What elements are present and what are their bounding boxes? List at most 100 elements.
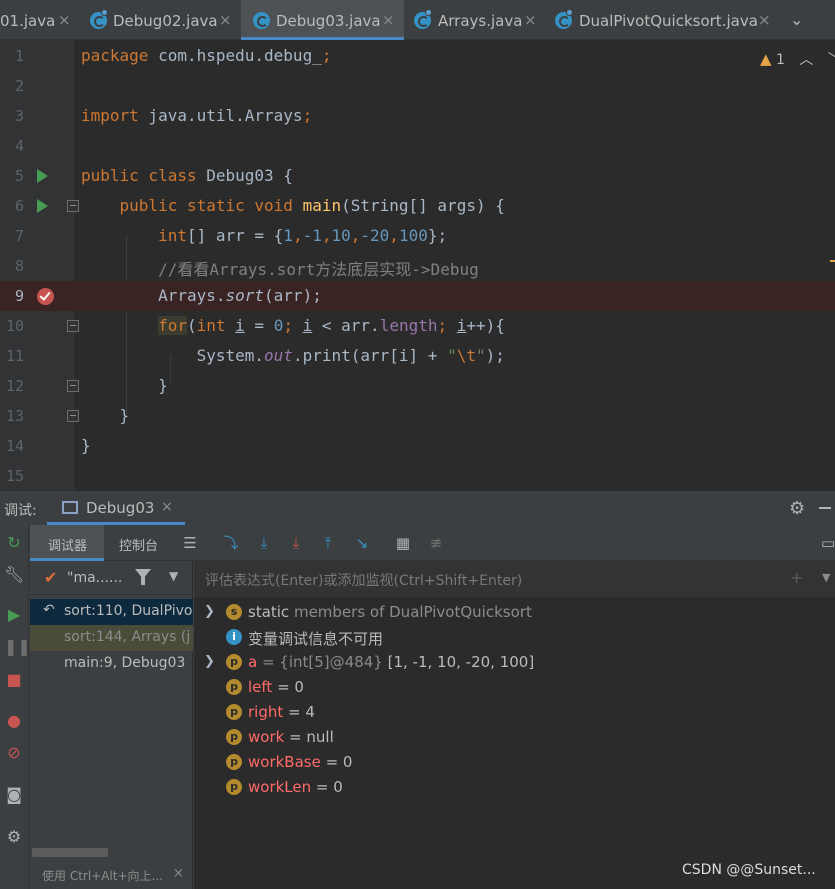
force-step-into-icon[interactable]: ⤓ bbox=[286, 533, 306, 553]
frame-item[interactable]: main:9, Debug03 bbox=[30, 651, 193, 677]
close-icon[interactable]: × bbox=[161, 499, 173, 515]
variable-row[interactable]: p right = 4 bbox=[194, 700, 835, 725]
trace-icon[interactable]: ≢ bbox=[426, 533, 446, 553]
frame-item[interactable]: ↶ sort:110, DualPivo bbox=[30, 599, 193, 625]
code-token: 100 bbox=[398, 226, 428, 245]
chevron-down-icon: ⌄ bbox=[790, 10, 804, 29]
code-line-15: 15 bbox=[0, 461, 835, 490]
close-icon[interactable]: × bbox=[758, 11, 771, 29]
tab-debug02-java[interactable]: Debug02.java × bbox=[78, 0, 241, 40]
variable-row[interactable]: ❯ p a = {int[5]@484} [1, -1, 10, -20, 10… bbox=[194, 650, 835, 675]
evaluate-expression-field[interactable]: 评估表达式(Enter)或添加监视(Ctrl+Shift+Enter) + ▼ bbox=[194, 561, 835, 597]
variable-row[interactable]: p left = 0 bbox=[194, 675, 835, 700]
code-editor[interactable]: 1 package com.hspedu.debug_; 2 3 import … bbox=[0, 40, 835, 490]
return-icon: ↶ bbox=[43, 602, 55, 618]
mute-breakpoints-icon[interactable]: ⊘ bbox=[4, 743, 24, 763]
layout-menu-icon[interactable]: ☰ bbox=[180, 533, 200, 553]
run-icon[interactable] bbox=[37, 199, 48, 213]
filter-icon[interactable] bbox=[135, 569, 151, 585]
variable-row[interactable]: i 变量调试信息不可用 bbox=[194, 625, 835, 650]
tab-console[interactable]: 控制台 bbox=[104, 525, 174, 561]
tab-overflow-button[interactable]: ⌄ bbox=[778, 0, 818, 40]
fold-icon[interactable] bbox=[67, 320, 79, 332]
code-token: -1 bbox=[302, 226, 322, 245]
gear-icon[interactable]: ⚙ bbox=[789, 498, 805, 519]
debug-session-tab[interactable]: Debug03 × bbox=[47, 491, 185, 525]
code-token: .print(arr[i] + bbox=[292, 346, 448, 365]
tab-dualpivotquicksort-java[interactable]: DualPivotQuicksort.java × bbox=[544, 0, 778, 40]
line-number: 10 bbox=[5, 317, 24, 335]
chevron-down-icon[interactable]: ▼ bbox=[169, 569, 178, 583]
rerun-icon[interactable]: ↻ bbox=[4, 533, 24, 553]
expand-icon[interactable]: ❯ bbox=[204, 604, 215, 619]
show-execution-point-icon[interactable]: ⤵ bbox=[221, 533, 241, 553]
stop-icon[interactable]: ■ bbox=[4, 670, 24, 690]
line-number: 3 bbox=[14, 107, 24, 125]
pause-icon[interactable]: ❚❚ bbox=[4, 637, 31, 657]
minimize-icon[interactable] bbox=[819, 507, 831, 509]
code-token: }; bbox=[427, 226, 448, 245]
variable-row[interactable]: ❯ s static members of DualPivotQuicksort bbox=[194, 600, 835, 625]
thread-selector[interactable]: ✔ "ma...... ▼ bbox=[30, 561, 193, 595]
editor-tab-bar: 01.java × Debug02.java × Debug03.java × … bbox=[0, 0, 835, 40]
tab-label: Arrays.java bbox=[438, 12, 523, 30]
line-number: 9 bbox=[14, 287, 24, 305]
line-number: 8 bbox=[14, 257, 24, 275]
view-breakpoints-icon[interactable]: ● bbox=[4, 711, 24, 731]
variable-row[interactable]: p workBase = 0 bbox=[194, 750, 835, 775]
code-token: int bbox=[158, 226, 187, 245]
variable-name: static bbox=[248, 603, 290, 621]
run-to-cursor-icon[interactable]: ↘ bbox=[352, 533, 372, 553]
wrench-icon[interactable]: 🔧︎ bbox=[4, 565, 24, 585]
expand-icon[interactable]: ❯ bbox=[204, 654, 215, 669]
code-line-12: 12 } bbox=[0, 371, 835, 401]
restore-layout-icon[interactable]: ▭ bbox=[818, 533, 835, 553]
variable-row[interactable]: p workLen = 0 bbox=[194, 775, 835, 800]
horizontal-scrollbar[interactable] bbox=[32, 848, 108, 857]
step-out-icon[interactable]: ⤒ bbox=[318, 533, 338, 553]
close-icon[interactable]: × bbox=[382, 11, 395, 29]
line-number: 2 bbox=[14, 77, 24, 95]
frame-item[interactable]: sort:144, Arrays (j bbox=[30, 625, 193, 651]
variables-panel: 评估表达式(Enter)或添加监视(Ctrl+Shift+Enter) + ▼ … bbox=[194, 561, 835, 889]
tab-debug03-java[interactable]: Debug03.java × bbox=[241, 0, 404, 40]
chevron-down-icon[interactable]: ▼ bbox=[822, 571, 830, 584]
close-icon[interactable]: × bbox=[219, 11, 232, 29]
code-token: import bbox=[81, 106, 139, 125]
debug-header: 调试: Debug03 × ⚙ bbox=[0, 491, 835, 525]
session-label: Debug03 bbox=[86, 499, 155, 517]
static-badge-icon: s bbox=[226, 604, 242, 620]
variable-row[interactable]: p work = null bbox=[194, 725, 835, 750]
tab-arrays-java[interactable]: Arrays.java × bbox=[404, 0, 544, 40]
settings-icon[interactable]: ⚙ bbox=[4, 827, 24, 847]
fold-icon[interactable] bbox=[67, 380, 79, 392]
close-icon[interactable]: × bbox=[524, 11, 537, 29]
variable-name: left bbox=[248, 678, 273, 696]
close-icon[interactable]: × bbox=[58, 11, 71, 29]
tab-debugger[interactable]: 调试器 bbox=[30, 525, 104, 561]
evaluate-icon[interactable]: ▦ bbox=[393, 533, 413, 553]
step-into-icon[interactable]: ⤓ bbox=[254, 533, 274, 553]
run-icon[interactable] bbox=[37, 169, 48, 183]
add-watch-icon[interactable]: + bbox=[790, 568, 803, 587]
fold-icon[interactable] bbox=[67, 200, 79, 212]
code-token: } bbox=[158, 376, 168, 395]
tab-01-java[interactable]: 01.java × bbox=[0, 0, 78, 40]
close-icon[interactable]: × bbox=[173, 866, 184, 881]
line-number: 12 bbox=[5, 377, 24, 395]
frames-panel: ✔ "ma...... ▼ ↶ sort:110, DualPivo sort:… bbox=[30, 561, 193, 889]
resume-icon[interactable]: ▶ bbox=[4, 605, 24, 625]
camera-icon[interactable]: ◙ bbox=[4, 785, 24, 805]
inspection-widget[interactable]: ▲ 1 ︿ ﹀ bbox=[760, 49, 835, 69]
info-icon: i bbox=[226, 629, 242, 645]
code-token: out bbox=[264, 346, 293, 365]
code-token: -20 bbox=[360, 226, 390, 245]
frame-label: sort:144, Arrays (j bbox=[64, 629, 191, 645]
breakpoint-icon[interactable] bbox=[37, 288, 54, 305]
chevron-up-icon[interactable]: ︿ bbox=[799, 52, 813, 68]
fold-icon[interactable] bbox=[67, 410, 79, 422]
code-token: com.hspedu.debug_ bbox=[148, 46, 322, 65]
code-token: Arrays. bbox=[158, 286, 226, 305]
code-token: " bbox=[447, 346, 457, 365]
code-line-1: 1 package com.hspedu.debug_; bbox=[0, 41, 835, 71]
